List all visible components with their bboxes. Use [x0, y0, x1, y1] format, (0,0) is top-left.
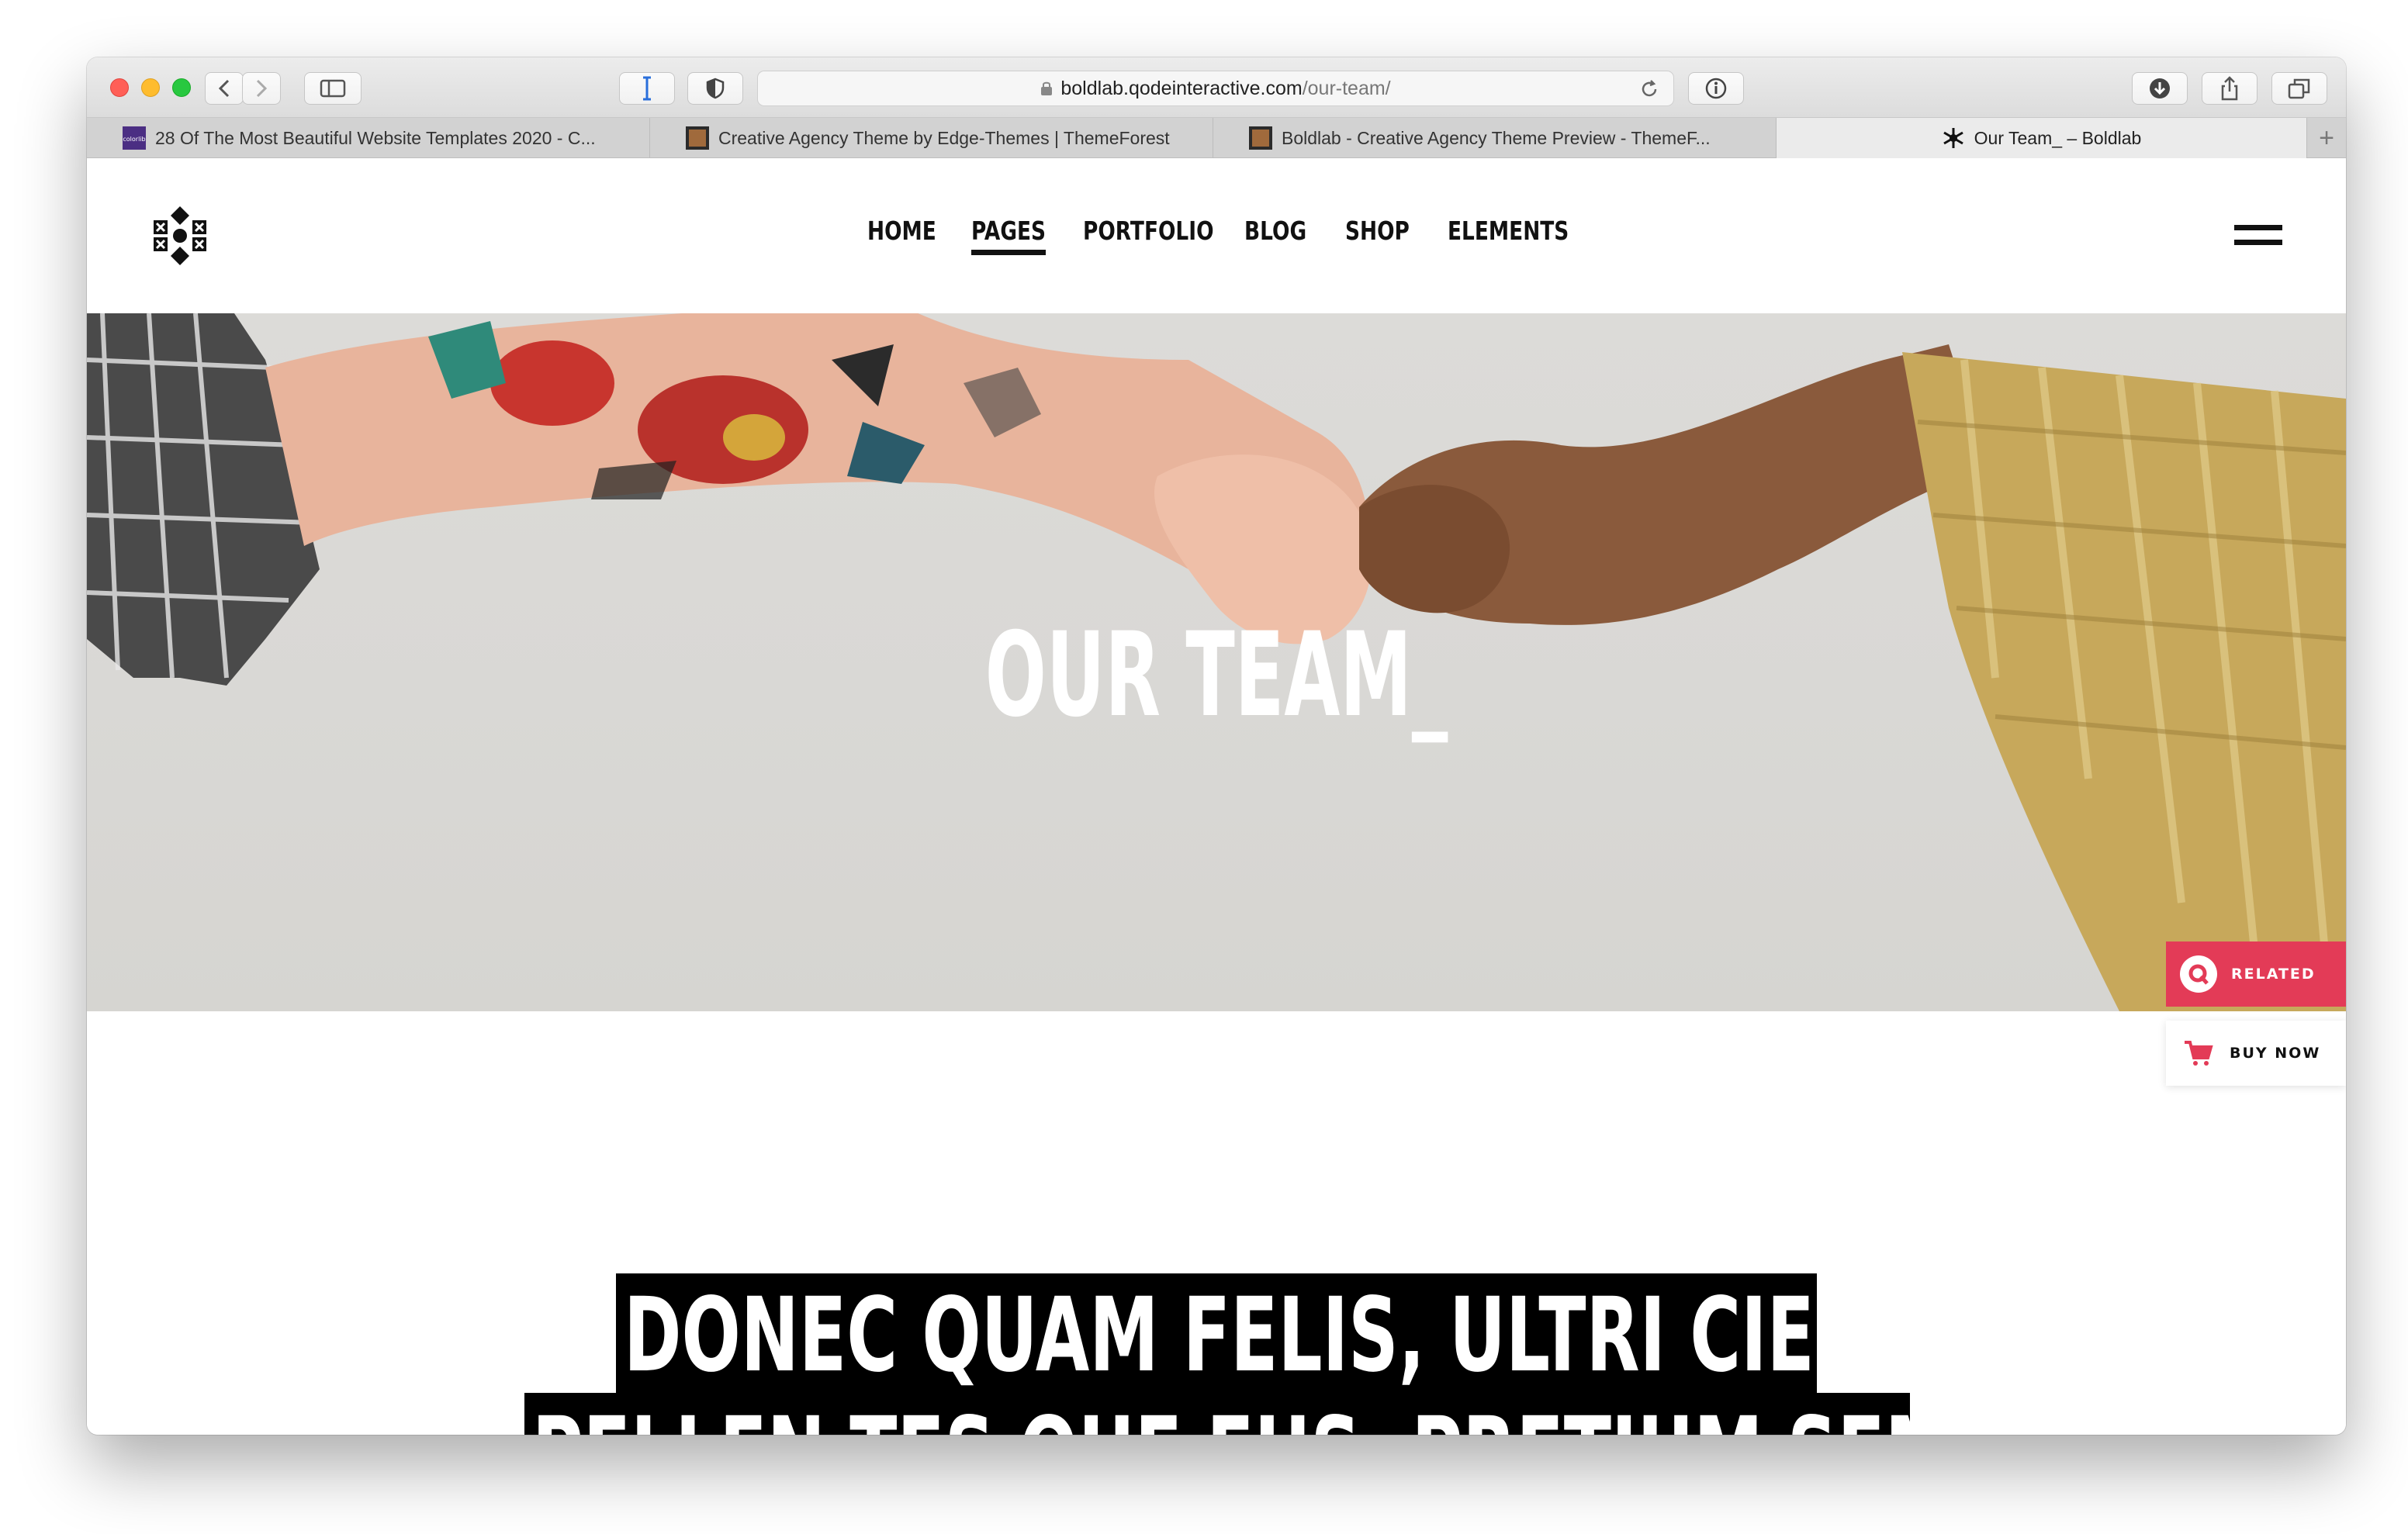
hero-banner: OUR TEAM_: [87, 313, 2346, 1011]
minimize-window-button[interactable]: [141, 78, 160, 97]
page-title-text: OUR TEAM_: [984, 608, 1448, 743]
svg-text:colorlib: colorlib: [123, 136, 145, 143]
privacy-shield-button[interactable]: [687, 72, 743, 105]
downloads-button[interactable]: [2132, 72, 2188, 105]
text-cursor-icon: [643, 76, 651, 101]
tabs-overview-icon: [2288, 78, 2310, 99]
plus-icon: +: [2319, 123, 2334, 153]
show-tabs-button[interactable]: [2271, 72, 2327, 105]
site-header: HOME PAGES PORTFOLIO BLOG SHOP ELEMENTS: [87, 158, 2346, 313]
forward-button[interactable]: [242, 72, 281, 105]
headline-line-1: DONEC QUAM FELIS, ULTRI CIES,: [616, 1273, 1817, 1398]
sidebar-button[interactable]: [304, 72, 362, 105]
reload-icon[interactable]: [1639, 79, 1659, 99]
headline-text: PELLEN TES QUE EUS, PRETIUM SEM.: [532, 1393, 1910, 1435]
address-path: /our-team/: [1302, 77, 1391, 99]
sidebar-icon: [320, 79, 346, 98]
lock-icon: [1041, 81, 1053, 95]
address-bar[interactable]: boldlab.qodeinteractive.com/our-team/: [757, 71, 1674, 106]
page-title: OUR TEAM_: [87, 617, 2346, 734]
tab-label: Our Team_ – Boldlab: [1974, 127, 2142, 148]
tab-colorlib[interactable]: colorlib 28 Of The Most Beautiful Websit…: [87, 118, 650, 158]
close-window-button[interactable]: [110, 78, 129, 97]
tab-label: Boldlab - Creative Agency Theme Preview …: [1282, 127, 1711, 148]
buy-now-label: BUY NOW: [2230, 1045, 2321, 1062]
cart-icon: [2185, 1041, 2213, 1066]
qode-q-icon: [2188, 964, 2209, 985]
zoom-window-button[interactable]: [172, 78, 191, 97]
reader-info-button[interactable]: [1688, 72, 1744, 105]
headline-text: DONEC QUAM FELIS, ULTRI CIES,: [624, 1276, 1817, 1395]
headline-line-2: PELLEN TES QUE EUS, PRETIUM SEM.: [524, 1393, 1910, 1435]
hamburger-bar: [2234, 240, 2282, 245]
new-tab-button[interactable]: +: [2307, 118, 2346, 158]
tab-label: 28 Of The Most Beautiful Website Templat…: [155, 127, 596, 148]
page-content: HOME PAGES PORTFOLIO BLOG SHOP ELEMENTS: [87, 158, 2346, 1435]
related-label: RELATED: [2231, 966, 2316, 983]
back-button[interactable]: [205, 72, 244, 105]
tab-bar: colorlib 28 Of The Most Beautiful Websit…: [87, 118, 2346, 158]
browser-toolbar: boldlab.qodeinteractive.com/our-team/: [87, 57, 2346, 118]
shield-icon: [706, 78, 725, 99]
tab-boldlab-preview[interactable]: Boldlab - Creative Agency Theme Preview …: [1213, 118, 1777, 158]
share-button[interactable]: [2202, 72, 2258, 105]
themeforest-favicon-icon: [686, 126, 709, 150]
tab-themeforest[interactable]: Creative Agency Theme by Edge-Themes | T…: [650, 118, 1213, 158]
browser-window: boldlab.qodeinteractive.com/our-team/ co…: [87, 57, 2346, 1435]
download-icon: [2150, 78, 2170, 98]
tab-our-team[interactable]: Our Team_ – Boldlab: [1777, 118, 2307, 158]
text-cursor-extension-button[interactable]: [619, 72, 675, 105]
nav-home[interactable]: HOME: [867, 216, 936, 246]
hamburger-bar: [2234, 225, 2282, 230]
address-domain: boldlab.qodeinteractive.com: [1060, 77, 1303, 99]
related-button[interactable]: RELATED: [2166, 941, 2346, 1007]
boldlab-favicon-icon: [1943, 128, 1963, 148]
share-icon: [2221, 76, 2238, 101]
nav-elements[interactable]: ELEMENTS: [1448, 216, 1569, 246]
nav-blog[interactable]: BLOG: [1244, 216, 1306, 246]
nav-shop[interactable]: SHOP: [1345, 216, 1410, 246]
nav-pages[interactable]: PAGES: [971, 216, 1047, 255]
chevron-right-icon: [256, 79, 268, 98]
chevron-left-icon: [218, 79, 230, 98]
nav-portfolio[interactable]: PORTFOLIO: [1083, 216, 1214, 246]
colorlib-favicon-icon: colorlib: [123, 126, 146, 150]
themeforest-favicon-icon: [1249, 126, 1272, 150]
related-icon: [2180, 955, 2217, 993]
hamburger-menu-button[interactable]: [2234, 225, 2282, 251]
tab-label: Creative Agency Theme by Edge-Themes | T…: [718, 127, 1170, 148]
buy-now-button[interactable]: BUY NOW: [2166, 1021, 2346, 1086]
info-icon: [1705, 78, 1727, 99]
main-nav: HOME PAGES PORTFOLIO BLOG SHOP ELEMENTS: [87, 158, 2346, 313]
